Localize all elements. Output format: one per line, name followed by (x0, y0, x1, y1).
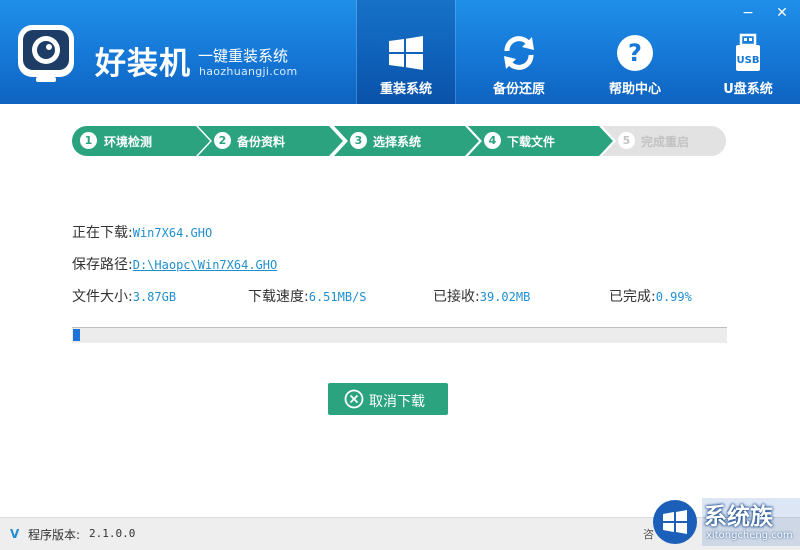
step-number: 1 (80, 132, 97, 149)
step-2: 2 备份资料 (198, 126, 345, 156)
nav-label: 备份还原 (492, 82, 545, 97)
download-speed-value: 6.51MB/S (308, 290, 367, 304)
downloading-row: 正在下载:Win7X64.GHO (72, 222, 212, 242)
step-3: 3 选择系统 (334, 126, 481, 156)
step-label: 下载文件 (507, 135, 556, 149)
windows-logo-icon (389, 36, 423, 70)
minimize-button[interactable]: − (739, 4, 757, 22)
app-brand: 好装机 (95, 46, 191, 82)
save-path-label: 保存路径: (72, 257, 133, 273)
downloading-file: Win7X64.GHO (132, 226, 213, 240)
step-number: 4 (484, 132, 501, 149)
watermark-text: 系统族 (704, 504, 773, 530)
received-label: 已接收: (433, 289, 480, 305)
completed-value: 0.99% (655, 290, 692, 304)
cancel-circle-x-icon (344, 389, 364, 409)
install-steps: 1 环境检测 2 备份资料 3 选择系统 4 下载文件 5 完成重启 (72, 126, 726, 156)
version-icon: V (10, 527, 20, 541)
file-size-value: 3.87GB (132, 290, 177, 304)
download-speed-label: 下载速度: (248, 289, 309, 305)
version-value: 2.1.0.0 (89, 527, 136, 540)
help-question-icon: ? (617, 35, 653, 71)
received-row: 已接收:39.02MB (433, 286, 530, 306)
progress-fill (73, 329, 80, 341)
step-number: 2 (214, 132, 231, 149)
nav-label: 重装系统 (379, 82, 432, 97)
completed-label: 已完成: (609, 289, 656, 305)
cancel-download-button[interactable]: 取消下载 (328, 383, 448, 415)
title-bar: 好装机 一键重装系统 haozhuangji.com 重装系统 备份还原 ? 帮… (0, 0, 800, 104)
save-path-link[interactable]: D:\Haopc\Win7X64.GHO (133, 258, 278, 272)
version-label: 程序版本: (28, 528, 81, 542)
file-size-label: 文件大小: (72, 289, 133, 305)
step-label: 选择系统 (373, 135, 422, 149)
step-number: 5 (618, 132, 635, 149)
step-number: 3 (350, 132, 367, 149)
svg-text:?: ? (628, 39, 642, 67)
app-logo-icon (18, 25, 74, 82)
received-value: 39.02MB (479, 290, 531, 304)
step-5: 5 完成重启 (602, 126, 726, 156)
step-4: 4 下载文件 (468, 126, 615, 156)
step-1: 1 环境检测 (72, 126, 212, 156)
save-path-row: 保存路径:D:\Haopc\Win7X64.GHO (72, 254, 277, 274)
refresh-arrows-icon (504, 36, 534, 70)
svg-text:USB: USB (737, 55, 760, 66)
nav-label: 帮助中心 (608, 82, 661, 97)
nav-help-center[interactable]: ? 帮助中心 (586, 0, 684, 104)
download-speed-row: 下载速度:6.51MB/S (248, 286, 367, 306)
nav-backup-restore[interactable]: 备份还原 (470, 0, 568, 104)
cancel-download-label: 取消下载 (369, 394, 425, 410)
completed-row: 已完成:0.99% (609, 286, 692, 306)
nav-label: U盘系统 (723, 82, 773, 97)
step-label: 环境检测 (104, 135, 153, 149)
step-label: 完成重启 (641, 135, 690, 149)
close-button[interactable]: ✕ (773, 4, 791, 22)
nav-reinstall-system[interactable]: 重装系统 (357, 0, 455, 104)
app-domain: haozhuangji.com (199, 65, 298, 78)
step-label: 备份资料 (237, 135, 286, 149)
file-size-row: 文件大小:3.87GB (72, 286, 176, 306)
downloading-label: 正在下载: (72, 225, 133, 241)
download-progress-bar (72, 327, 727, 343)
app-slogan: 一键重装系统 (198, 47, 289, 65)
watermark-subtext: xitongcheng.com (706, 530, 793, 541)
usb-drive-icon: USB (736, 33, 760, 71)
nav-divider (455, 0, 456, 104)
